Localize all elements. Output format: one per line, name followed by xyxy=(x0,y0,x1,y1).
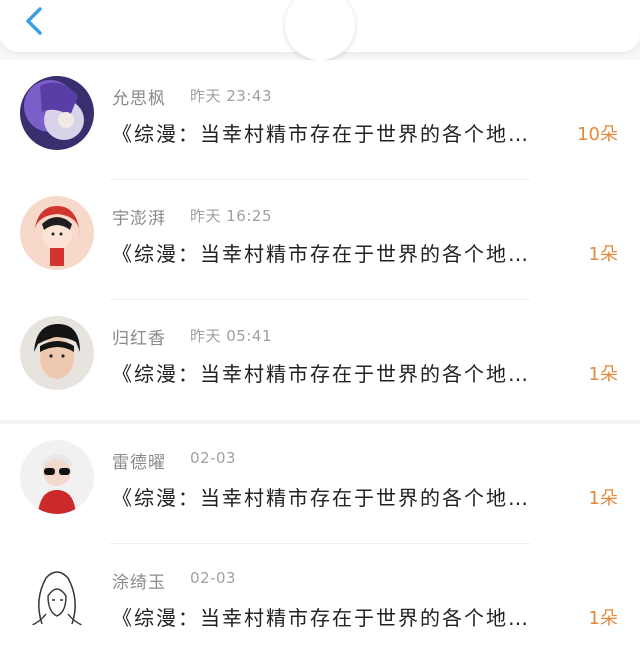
avatar[interactable] xyxy=(20,196,94,270)
list-item[interactable]: 雷德曜 02-03 《综漫：当幸村精市存在于世界的各个地… 1朵 xyxy=(0,424,640,544)
message-title: 《综漫：当幸村精市存在于世界的各个地… xyxy=(112,606,530,630)
username: 涂绮玉 xyxy=(112,573,166,593)
timestamp: 昨天 16:25 xyxy=(190,207,272,225)
username: 归红香 xyxy=(112,329,166,349)
avatar[interactable] xyxy=(20,76,94,150)
username: 雷德曜 xyxy=(112,453,166,473)
list-item[interactable]: 涂绮玉 02-03 《综漫：当幸村精市存在于世界的各个地… 1朵 xyxy=(0,544,640,664)
center-circle-button[interactable] xyxy=(285,0,355,60)
list-item[interactable]: 允思枫 昨天 23:43 《综漫：当幸村精市存在于世界的各个地… 10朵 xyxy=(0,60,640,180)
username: 允思枫 xyxy=(112,89,166,109)
back-button[interactable] xyxy=(18,4,52,38)
top-bar xyxy=(0,0,640,60)
avatar[interactable] xyxy=(20,440,94,514)
timestamp: 02-03 xyxy=(190,569,237,587)
flower-count: 1朵 xyxy=(588,244,618,265)
list-item[interactable]: 归红香 昨天 05:41 《综漫：当幸村精市存在于世界的各个地… 1朵 xyxy=(0,300,640,420)
username: 宇澎湃 xyxy=(112,209,166,229)
flower-count: 1朵 xyxy=(588,364,618,385)
flower-count: 1朵 xyxy=(588,488,618,509)
message-title: 《综漫：当幸村精市存在于世界的各个地… xyxy=(112,122,530,146)
flower-count: 1朵 xyxy=(588,608,618,629)
message-title: 《综漫：当幸村精市存在于世界的各个地… xyxy=(112,242,530,266)
flower-count: 10朵 xyxy=(577,124,618,145)
timestamp: 昨天 05:41 xyxy=(190,327,272,345)
message-list: 允思枫 昨天 23:43 《综漫：当幸村精市存在于世界的各个地… 10朵 宇澎湃… xyxy=(0,60,640,664)
avatar[interactable] xyxy=(20,560,94,634)
chevron-left-icon xyxy=(26,7,42,35)
timestamp: 昨天 23:43 xyxy=(190,87,272,105)
message-title: 《综漫：当幸村精市存在于世界的各个地… xyxy=(112,486,530,510)
message-title: 《综漫：当幸村精市存在于世界的各个地… xyxy=(112,362,530,386)
timestamp: 02-03 xyxy=(190,449,237,467)
avatar[interactable] xyxy=(20,316,94,390)
list-item[interactable]: 宇澎湃 昨天 16:25 《综漫：当幸村精市存在于世界的各个地… 1朵 xyxy=(0,180,640,300)
